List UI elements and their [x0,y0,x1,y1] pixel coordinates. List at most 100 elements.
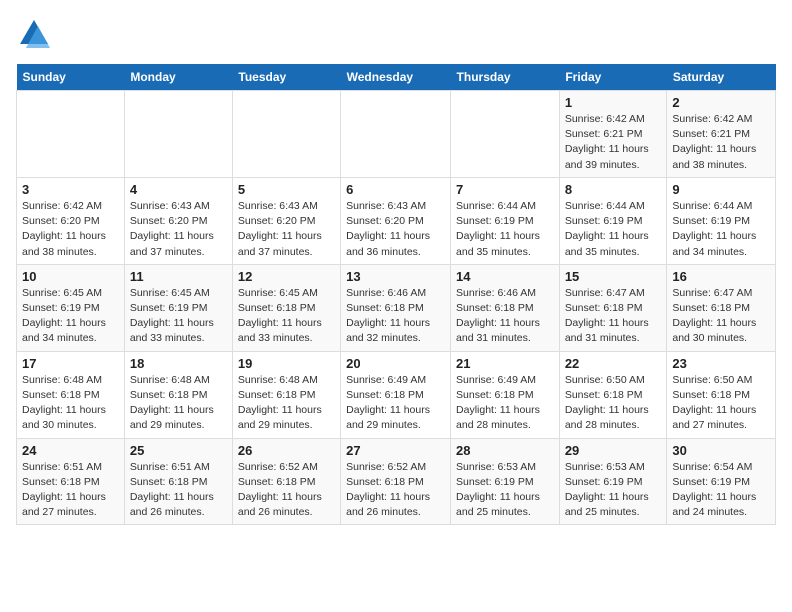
day-number: 7 [456,182,554,197]
day-number: 6 [346,182,445,197]
calendar-cell: 5 Sunrise: 6:43 AM Sunset: 6:20 PM Daylig… [232,177,340,264]
day-info: Sunrise: 6:45 AM Sunset: 6:18 PM Dayligh… [238,286,335,347]
day-number: 11 [130,269,227,284]
day-info: Sunrise: 6:42 AM Sunset: 6:21 PM Dayligh… [565,112,662,173]
calendar-cell [17,91,125,178]
day-info: Sunrise: 6:48 AM Sunset: 6:18 PM Dayligh… [130,373,227,434]
day-info: Sunrise: 6:53 AM Sunset: 6:19 PM Dayligh… [456,460,554,521]
day-info: Sunrise: 6:52 AM Sunset: 6:18 PM Dayligh… [238,460,335,521]
day-info: Sunrise: 6:42 AM Sunset: 6:20 PM Dayligh… [22,199,119,260]
day-number: 1 [565,95,662,110]
day-number: 27 [346,443,445,458]
day-number: 25 [130,443,227,458]
day-number: 20 [346,356,445,371]
calendar-cell: 16 Sunrise: 6:47 AM Sunset: 6:18 PM Dayli… [667,264,776,351]
calendar-cell: 13 Sunrise: 6:46 AM Sunset: 6:18 PM Dayli… [341,264,451,351]
day-info: Sunrise: 6:50 AM Sunset: 6:18 PM Dayligh… [565,373,662,434]
day-info: Sunrise: 6:50 AM Sunset: 6:18 PM Dayligh… [672,373,770,434]
calendar-table: SundayMondayTuesdayWednesdayThursdayFrid… [16,64,776,525]
page-header [16,16,776,52]
day-number: 18 [130,356,227,371]
day-info: Sunrise: 6:44 AM Sunset: 6:19 PM Dayligh… [456,199,554,260]
calendar-header: SundayMondayTuesdayWednesdayThursdayFrid… [17,64,776,91]
day-number: 3 [22,182,119,197]
day-number: 23 [672,356,770,371]
calendar-cell: 14Sunrise: 6:46 AM Sunset: 6:18 PM Dayli… [451,264,560,351]
day-info: Sunrise: 6:48 AM Sunset: 6:18 PM Dayligh… [22,373,119,434]
calendar-cell: 7 Sunrise: 6:44 AM Sunset: 6:19 PM Daylig… [451,177,560,264]
calendar-cell: 24 Sunrise: 6:51 AM Sunset: 6:18 PM Dayli… [17,438,125,525]
calendar-week-0: 1 Sunrise: 6:42 AM Sunset: 6:21 PM Daylig… [17,91,776,178]
calendar-cell: 1 Sunrise: 6:42 AM Sunset: 6:21 PM Daylig… [559,91,667,178]
day-info: Sunrise: 6:43 AM Sunset: 6:20 PM Dayligh… [130,199,227,260]
day-info: Sunrise: 6:54 AM Sunset: 6:19 PM Dayligh… [672,460,770,521]
calendar-cell [232,91,340,178]
day-number: 28 [456,443,554,458]
day-info: Sunrise: 6:47 AM Sunset: 6:18 PM Dayligh… [672,286,770,347]
day-info: Sunrise: 6:51 AM Sunset: 6:18 PM Dayligh… [22,460,119,521]
calendar-week-4: 24 Sunrise: 6:51 AM Sunset: 6:18 PM Dayli… [17,438,776,525]
calendar-cell: 23 Sunrise: 6:50 AM Sunset: 6:18 PM Dayli… [667,351,776,438]
day-info: Sunrise: 6:48 AM Sunset: 6:18 PM Dayligh… [238,373,335,434]
header-row: SundayMondayTuesdayWednesdayThursdayFrid… [17,64,776,91]
day-info: Sunrise: 6:43 AM Sunset: 6:20 PM Dayligh… [238,199,335,260]
day-info: Sunrise: 6:52 AM Sunset: 6:18 PM Dayligh… [346,460,445,521]
calendar-cell: 6 Sunrise: 6:43 AM Sunset: 6:20 PM Daylig… [341,177,451,264]
calendar-cell: 9 Sunrise: 6:44 AM Sunset: 6:19 PM Daylig… [667,177,776,264]
calendar-cell [124,91,232,178]
day-number: 26 [238,443,335,458]
logo [16,16,56,52]
calendar-cell: 25Sunrise: 6:51 AM Sunset: 6:18 PM Dayli… [124,438,232,525]
header-cell-thursday: Thursday [451,64,560,91]
calendar-cell: 2 Sunrise: 6:42 AM Sunset: 6:21 PM Daylig… [667,91,776,178]
calendar-week-3: 17Sunrise: 6:48 AM Sunset: 6:18 PM Dayli… [17,351,776,438]
day-number: 22 [565,356,662,371]
calendar-cell: 10Sunrise: 6:45 AM Sunset: 6:19 PM Dayli… [17,264,125,351]
day-number: 16 [672,269,770,284]
day-number: 24 [22,443,119,458]
logo-icon [16,16,52,52]
day-number: 12 [238,269,335,284]
day-number: 2 [672,95,770,110]
calendar-cell: 21Sunrise: 6:49 AM Sunset: 6:18 PM Dayli… [451,351,560,438]
calendar-cell: 15 Sunrise: 6:47 AM Sunset: 6:18 PM Dayli… [559,264,667,351]
header-cell-saturday: Saturday [667,64,776,91]
header-cell-monday: Monday [124,64,232,91]
calendar-cell: 20 Sunrise: 6:49 AM Sunset: 6:18 PM Dayli… [341,351,451,438]
day-number: 15 [565,269,662,284]
calendar-body: 1 Sunrise: 6:42 AM Sunset: 6:21 PM Daylig… [17,91,776,525]
day-number: 5 [238,182,335,197]
calendar-cell: 17Sunrise: 6:48 AM Sunset: 6:18 PM Dayli… [17,351,125,438]
day-info: Sunrise: 6:44 AM Sunset: 6:19 PM Dayligh… [672,199,770,260]
calendar-cell: 8 Sunrise: 6:44 AM Sunset: 6:19 PM Daylig… [559,177,667,264]
day-number: 30 [672,443,770,458]
day-number: 4 [130,182,227,197]
day-number: 21 [456,356,554,371]
day-info: Sunrise: 6:42 AM Sunset: 6:21 PM Dayligh… [672,112,770,173]
day-info: Sunrise: 6:43 AM Sunset: 6:20 PM Dayligh… [346,199,445,260]
calendar-cell: 29 Sunrise: 6:53 AM Sunset: 6:19 PM Dayli… [559,438,667,525]
day-number: 29 [565,443,662,458]
day-info: Sunrise: 6:47 AM Sunset: 6:18 PM Dayligh… [565,286,662,347]
day-info: Sunrise: 6:49 AM Sunset: 6:18 PM Dayligh… [346,373,445,434]
day-number: 9 [672,182,770,197]
day-info: Sunrise: 6:46 AM Sunset: 6:18 PM Dayligh… [346,286,445,347]
calendar-cell: 4 Sunrise: 6:43 AM Sunset: 6:20 PM Daylig… [124,177,232,264]
calendar-cell: 3 Sunrise: 6:42 AM Sunset: 6:20 PM Daylig… [17,177,125,264]
header-cell-sunday: Sunday [17,64,125,91]
calendar-cell: 19Sunrise: 6:48 AM Sunset: 6:18 PM Dayli… [232,351,340,438]
calendar-cell [341,91,451,178]
day-info: Sunrise: 6:44 AM Sunset: 6:19 PM Dayligh… [565,199,662,260]
calendar-cell: 12 Sunrise: 6:45 AM Sunset: 6:18 PM Dayli… [232,264,340,351]
calendar-week-2: 10Sunrise: 6:45 AM Sunset: 6:19 PM Dayli… [17,264,776,351]
day-number: 8 [565,182,662,197]
calendar-cell: 18 Sunrise: 6:48 AM Sunset: 6:18 PM Dayli… [124,351,232,438]
day-info: Sunrise: 6:45 AM Sunset: 6:19 PM Dayligh… [130,286,227,347]
calendar-week-1: 3 Sunrise: 6:42 AM Sunset: 6:20 PM Daylig… [17,177,776,264]
day-info: Sunrise: 6:46 AM Sunset: 6:18 PM Dayligh… [456,286,554,347]
day-info: Sunrise: 6:53 AM Sunset: 6:19 PM Dayligh… [565,460,662,521]
header-cell-tuesday: Tuesday [232,64,340,91]
header-cell-friday: Friday [559,64,667,91]
calendar-cell: 11 Sunrise: 6:45 AM Sunset: 6:19 PM Dayli… [124,264,232,351]
day-number: 13 [346,269,445,284]
